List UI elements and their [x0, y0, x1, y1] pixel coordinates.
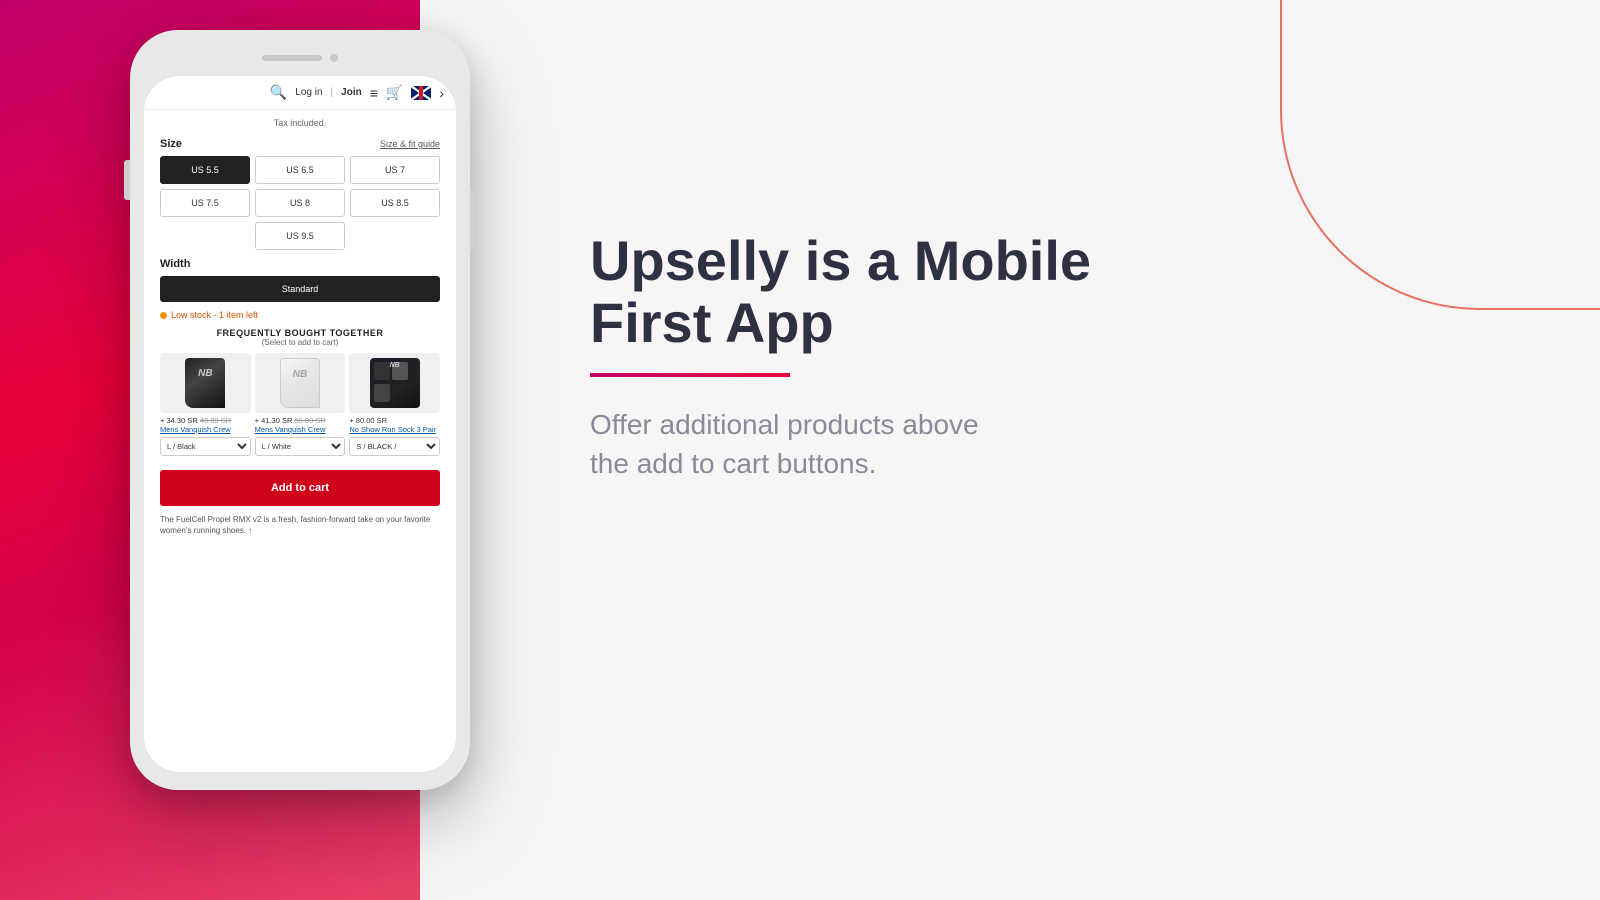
nb-logo-2: NB: [293, 369, 307, 380]
sock-black-image: NB: [185, 358, 225, 408]
sock-mini-1: [374, 362, 390, 380]
product-price-2: + 41.30 SR 59.00 SR: [255, 416, 346, 425]
fbt-section: FREQUENTLY BOUGHT TOGETHER (Select to ad…: [160, 328, 440, 456]
product-name-3[interactable]: No Show Run Sock 3 Pair: [349, 425, 440, 434]
phone-volume-button: [124, 160, 130, 200]
size-button-6-5[interactable]: US 6.5: [255, 156, 345, 184]
product-price-add-3: + 80.00 SR: [349, 416, 387, 425]
product-variant-select-2[interactable]: L / White M / White: [255, 437, 346, 456]
menu-icon[interactable]: ≡: [370, 85, 378, 101]
product-image-2[interactable]: NB: [255, 353, 346, 413]
product-name-1[interactable]: Mens Vanquish Crew: [160, 425, 251, 434]
size-guide-link[interactable]: Size & fit guide: [380, 139, 440, 149]
right-text-section: Upselly is a Mobile First App Offer addi…: [590, 230, 1150, 484]
phone-top-bar: [144, 44, 456, 72]
headline-line2: First App: [590, 291, 834, 354]
size-section-header: Size Size & fit guide: [160, 138, 440, 150]
nb-logo-1: NB: [198, 368, 212, 379]
product-price-1: + 34.30 SR 49.00 SR: [160, 416, 251, 425]
sock-pack-image: NB: [370, 358, 420, 408]
width-section-title: Width: [160, 258, 190, 270]
subtext-line1: Offer additional products above: [590, 409, 979, 440]
size-button-7[interactable]: US 7: [350, 156, 440, 184]
cart-icon[interactable]: 🛒: [386, 84, 403, 101]
stock-text: Low stock - 1 item left: [171, 310, 258, 320]
stock-dot-icon: [160, 312, 167, 319]
nb-logo-3: NB: [390, 362, 400, 369]
width-standard-button[interactable]: Standard: [160, 276, 440, 302]
size-button-8-5[interactable]: US 8.5: [350, 189, 440, 217]
product-price-add-1: + 34.30 SR: [160, 416, 200, 425]
nav-divider: |: [331, 87, 334, 98]
sock-mini-3: [374, 384, 390, 402]
product-cards-container: NB + 34.30 SR 49.00 SR Mens Vanquish Cre…: [160, 353, 440, 456]
fbt-title: FREQUENTLY BOUGHT TOGETHER: [160, 328, 440, 338]
language-flag-icon[interactable]: [411, 86, 431, 100]
product-price-old-2: 59.00 SR: [295, 416, 326, 425]
sock-white-image: NB: [280, 358, 320, 408]
size-options-grid: US 5.5 US 6.5 US 7 US 7.5 US 8 US 8.5 US…: [160, 156, 440, 250]
chevron-right-icon[interactable]: ›: [439, 85, 444, 101]
size-button-7-5[interactable]: US 7.5: [160, 189, 250, 217]
subtext: Offer additional products above the add …: [590, 405, 1150, 483]
app-navigation: 🔍 Log in | Join ≡ 🛒 ›: [144, 76, 456, 110]
product-price-3: + 80.00 SR: [349, 416, 440, 425]
search-icon[interactable]: 🔍: [270, 84, 287, 101]
product-variant-select-1[interactable]: L / Black M / Black: [160, 437, 251, 456]
product-variant-select-3[interactable]: S / BLACK / M / BLACK /: [349, 437, 440, 456]
product-name-2[interactable]: Mens Vanquish Crew: [255, 425, 346, 434]
product-image-3[interactable]: NB: [349, 353, 440, 413]
width-section: Width Standard: [160, 258, 440, 302]
phone-speaker: [262, 55, 322, 61]
product-card-2: NB + 41.30 SR 59.00 SR Mens Vanquish Cre…: [255, 353, 346, 456]
width-section-header: Width: [160, 258, 440, 270]
phone-outer-shell: 🔍 Log in | Join ≡ 🛒 › Tax included. Size…: [130, 30, 470, 790]
product-price-add-2: + 41.30 SR: [255, 416, 295, 425]
product-description: The FuelCell Propel RMX v2 is a fresh, f…: [160, 506, 440, 540]
decorative-arc-right: [1280, 0, 1600, 310]
size-button-9-5[interactable]: US 9.5: [255, 222, 345, 250]
tax-included-text: Tax included.: [160, 114, 440, 132]
phone-mockup: 🔍 Log in | Join ≡ 🛒 › Tax included. Size…: [130, 30, 470, 790]
login-link[interactable]: Log in: [295, 87, 322, 98]
product-card-3: NB + 80.00 SR No Show Run Sock 3 Pair S …: [349, 353, 440, 456]
fbt-subtitle: (Select to add to cart): [160, 338, 440, 347]
add-to-cart-button[interactable]: Add to cart: [160, 470, 440, 506]
product-image-1[interactable]: NB: [160, 353, 251, 413]
phone-power-button: [470, 190, 476, 250]
join-link[interactable]: Join: [341, 87, 362, 98]
divider-accent: [590, 373, 790, 377]
size-button-8[interactable]: US 8: [255, 189, 345, 217]
headline-line1: Upselly is a Mobile: [590, 229, 1091, 292]
headline: Upselly is a Mobile First App: [590, 230, 1150, 353]
size-button-5-5[interactable]: US 5.5: [160, 156, 250, 184]
product-card-1: NB + 34.30 SR 49.00 SR Mens Vanquish Cre…: [160, 353, 251, 456]
subtext-line2: the add to cart buttons.: [590, 448, 876, 479]
phone-camera: [330, 54, 338, 62]
product-price-old-1: 49.00 SR: [200, 416, 231, 425]
size-section-title: Size: [160, 138, 182, 150]
stock-warning: Low stock - 1 item left: [160, 310, 440, 320]
app-content-scroll[interactable]: Tax included. Size Size & fit guide US 5…: [144, 110, 456, 762]
phone-screen: 🔍 Log in | Join ≡ 🛒 › Tax included. Size…: [144, 76, 456, 772]
